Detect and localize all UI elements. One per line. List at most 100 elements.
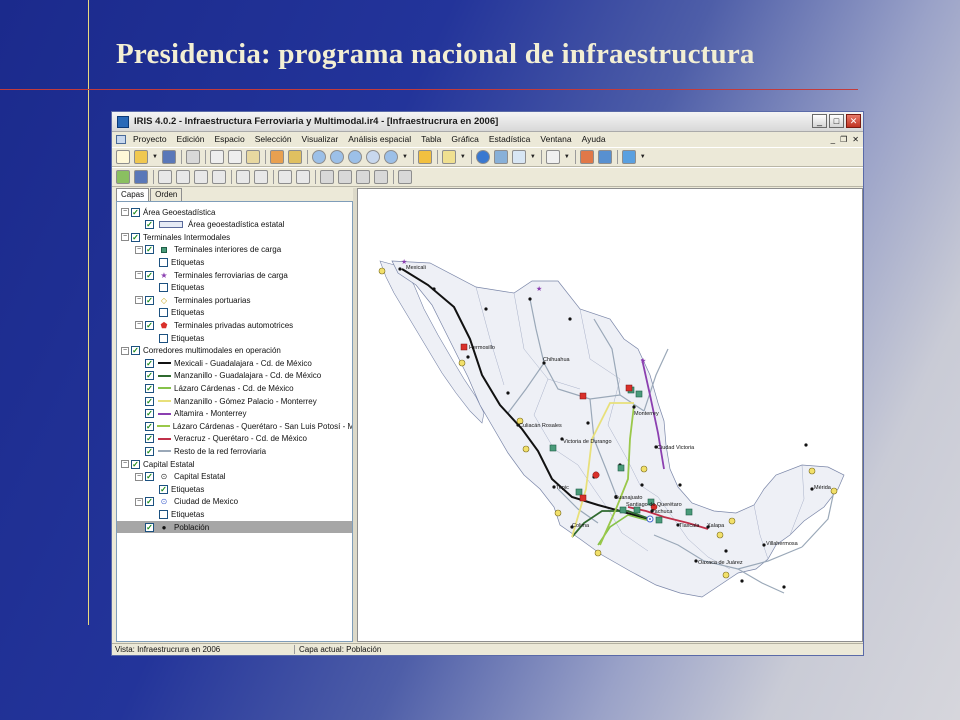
- style-icon[interactable]: [621, 150, 636, 164]
- new-file-icon[interactable]: [116, 150, 130, 164]
- chevron-down-icon[interactable]: ▼: [530, 154, 536, 160]
- layer-checkbox[interactable]: ✓: [145, 320, 154, 330]
- move-vertex-icon[interactable]: [212, 170, 226, 184]
- menu-item-8[interactable]: Estadística: [484, 134, 536, 144]
- measure-icon[interactable]: [441, 150, 456, 164]
- layer-checkbox[interactable]: [159, 509, 168, 519]
- layer-row[interactable]: Etiquetas: [117, 256, 352, 268]
- zoom-extent-icon[interactable]: [347, 150, 362, 164]
- menu-item-6[interactable]: Tabla: [416, 134, 446, 144]
- layer-checkbox[interactable]: ✓: [145, 434, 154, 444]
- layout-icon[interactable]: [356, 170, 370, 184]
- menu-item-0[interactable]: Proyecto: [128, 134, 172, 144]
- layer-checkbox[interactable]: [159, 308, 168, 318]
- add-polygon-icon[interactable]: [194, 170, 208, 184]
- tab-orden[interactable]: Orden: [150, 188, 183, 201]
- layer-row[interactable]: Etiquetas: [117, 508, 352, 520]
- menu-item-5[interactable]: Análisis espacial: [343, 134, 416, 144]
- menu-item-2[interactable]: Espacio: [209, 134, 249, 144]
- layer-row[interactable]: − ✓ Terminales Intermodales: [117, 231, 352, 243]
- layer-row[interactable]: ✓ Área geoestadística estatal: [117, 219, 352, 231]
- layer-checkbox[interactable]: ✓: [145, 497, 154, 507]
- menu-item-9[interactable]: Ventana: [535, 134, 576, 144]
- layer-checkbox[interactable]: ✓: [145, 522, 154, 532]
- expand-toggle-icon[interactable]: −: [121, 208, 129, 216]
- menu-item-4[interactable]: Visualizar: [297, 134, 344, 144]
- expand-toggle-icon[interactable]: −: [135, 472, 143, 481]
- layer-checkbox[interactable]: ✓: [131, 232, 140, 242]
- window-titlebar[interactable]: IRIS 4.0.2 - Infraestructura Ferroviaria…: [112, 112, 863, 132]
- layer-checkbox[interactable]: ✓: [145, 396, 154, 406]
- layer-row[interactable]: − ✓ Terminales interiores de carga: [117, 244, 352, 256]
- add-line-icon[interactable]: [176, 170, 190, 184]
- layer-row[interactable]: ✓ Etiquetas: [117, 483, 352, 495]
- info-icon[interactable]: [475, 150, 490, 164]
- layer-checkbox[interactable]: [159, 257, 168, 267]
- layer-row[interactable]: ✓ Altamira - Monterrey: [117, 408, 352, 420]
- layer-row[interactable]: ✓ Lázaro Cárdenas - Querétaro - San Luis …: [117, 420, 352, 432]
- split-icon[interactable]: [236, 170, 250, 184]
- layer-row[interactable]: Etiquetas: [117, 332, 352, 344]
- layer-checkbox[interactable]: ✓: [145, 409, 154, 419]
- expand-toggle-icon[interactable]: −: [135, 296, 143, 305]
- layer-row[interactable]: ✓ Manzanillo - Gómez Palacio - Monterrey: [117, 395, 352, 407]
- chevron-down-icon[interactable]: ▼: [152, 154, 158, 160]
- chevron-down-icon[interactable]: ▼: [402, 154, 408, 160]
- layer-row[interactable]: − ✓ ⬟ Terminales privadas automotrices: [117, 319, 352, 331]
- zoom-out-icon[interactable]: [329, 150, 344, 164]
- search-icon[interactable]: [511, 150, 526, 164]
- mexico-map[interactable]: ★ ★ ★ MexicaliHermosilloChihuahuaMonterr…: [358, 189, 863, 642]
- mdi-restore-button[interactable]: ❐: [840, 135, 847, 144]
- open-folder-icon[interactable]: [134, 150, 148, 164]
- export-icon[interactable]: [374, 170, 388, 184]
- edit-layer-icon[interactable]: [287, 150, 302, 164]
- layer-checkbox[interactable]: ✓: [145, 220, 154, 230]
- layer-row[interactable]: − ✓ Capital Estatal: [117, 458, 352, 470]
- tab-capas[interactable]: Capas: [116, 188, 150, 201]
- undo-icon[interactable]: [278, 170, 292, 184]
- chevron-down-icon[interactable]: ▼: [460, 154, 466, 160]
- print-icon[interactable]: [185, 150, 200, 164]
- layer-row[interactable]: − ✓ Corredores multimodales en operación: [117, 345, 352, 357]
- copy-icon[interactable]: [227, 150, 242, 164]
- layer-checkbox[interactable]: ✓: [145, 421, 154, 431]
- layer-checkbox[interactable]: [159, 333, 168, 343]
- mdi-close-button[interactable]: ✕: [852, 135, 859, 144]
- layer-checkbox[interactable]: ✓: [145, 270, 154, 280]
- layer-row[interactable]: − ✓ ★ Terminales ferroviarias de carga: [117, 269, 352, 281]
- zoom-window-icon[interactable]: [365, 150, 380, 164]
- layer-checkbox[interactable]: ✓: [131, 346, 140, 356]
- layer-checkbox[interactable]: ✓: [145, 472, 154, 482]
- palette-icon[interactable]: [579, 150, 594, 164]
- chart-icon[interactable]: [597, 150, 612, 164]
- query-icon[interactable]: [493, 150, 508, 164]
- layer-row[interactable]: − ✓ ⊙ Ciudad de Mexico: [117, 496, 352, 508]
- report-icon[interactable]: [398, 170, 412, 184]
- layer-row[interactable]: Etiquetas: [117, 282, 352, 294]
- layers-icon[interactable]: [269, 150, 284, 164]
- paste-icon[interactable]: [245, 150, 260, 164]
- layer-checkbox[interactable]: ✓: [145, 358, 154, 368]
- merge-icon[interactable]: [254, 170, 268, 184]
- redo-icon[interactable]: [296, 170, 310, 184]
- menu-item-3[interactable]: Selección: [250, 134, 297, 144]
- layer-checkbox[interactable]: ✓: [145, 371, 154, 381]
- save-edits-icon[interactable]: [134, 170, 148, 184]
- layer-row[interactable]: Etiquetas: [117, 307, 352, 319]
- expand-toggle-icon[interactable]: −: [121, 346, 129, 355]
- layer-row[interactable]: − ✓ ⊙ Capital Estatal: [117, 471, 352, 483]
- edit-check-icon[interactable]: [116, 170, 130, 184]
- chevron-down-icon[interactable]: ▼: [640, 154, 646, 160]
- layer-checkbox[interactable]: ✓: [131, 207, 140, 217]
- map-view[interactable]: ★ ★ ★ Mexicali Hermosillo Chihuahua Monterr…: [357, 188, 863, 642]
- close-button[interactable]: ✕: [846, 114, 861, 128]
- layer-row[interactable]: ✓ ● Población: [117, 521, 352, 533]
- menu-item-7[interactable]: Gráfica: [446, 134, 483, 144]
- expand-toggle-icon[interactable]: −: [135, 497, 143, 506]
- layer-row[interactable]: ✓ Resto de la red ferroviaria: [117, 445, 352, 457]
- minimize-button[interactable]: _: [812, 114, 827, 128]
- layer-row[interactable]: ✓ Mexicali - Guadalajara - Cd. de México: [117, 357, 352, 369]
- layer-checkbox[interactable]: ✓: [159, 484, 168, 494]
- maximize-button[interactable]: □: [829, 114, 844, 128]
- pencil-icon[interactable]: [417, 150, 432, 164]
